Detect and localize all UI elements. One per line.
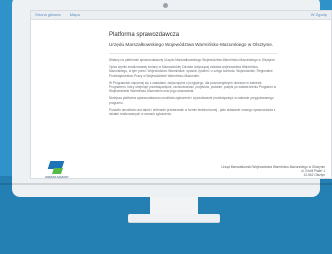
screen: Strona główna Mapa W Zgodę Platforma spr… — [30, 10, 332, 179]
paragraph-5: Ponadto umożliwia ona także i zbieranie … — [109, 107, 276, 117]
main-content: Platforma sprawozdawcza Urzędu Marszałko… — [109, 32, 277, 119]
main-nav: Strona główna Mapa — [35, 12, 88, 17]
footer-address: Urząd Marszałkowski Województwa Warmińsk… — [185, 165, 325, 178]
nav-map-link[interactable]: Mapa — [70, 12, 80, 17]
paragraph-4: Niniejsza platforma sprawozdawcza umożli… — [109, 96, 274, 105]
nav-home-link[interactable]: Strona główna — [35, 12, 61, 17]
warmia-mazury-logo: WARMIA MAZURY — [43, 161, 71, 179]
monitor-stand-base — [128, 214, 220, 222]
monitor-shadow — [0, 183, 332, 185]
paragraph-1: Witamy na platformie sprawozdawczej Urzę… — [109, 58, 276, 62]
content-divider — [109, 53, 277, 54]
monitor-stand-neck — [150, 197, 198, 215]
footer-address-line-3: 10-562 Olsztyn — [303, 173, 325, 178]
page-title: Platforma sprawozdawcza — [109, 32, 180, 38]
language-link[interactable]: W Zgodę — [311, 12, 327, 17]
page-subtitle: Urzędu Marszałkowskiego Województwa Warm… — [109, 42, 274, 47]
camera-icon — [163, 3, 168, 8]
paragraph-3: W Programach zapoznaj się z zasadami, do… — [109, 80, 277, 94]
logo-green-shape — [52, 168, 63, 174]
paragraph-2: Opisz wyniki zrealizowanej zmiany w Mazo… — [109, 65, 273, 78]
monitor-frame: Strona główna Mapa W Zgodę Platforma spr… — [12, 0, 332, 197]
logo-text: WARMIA MAZURY — [45, 175, 69, 179]
top-navigation: Strona główna Mapa W Zgodę — [31, 11, 331, 20]
